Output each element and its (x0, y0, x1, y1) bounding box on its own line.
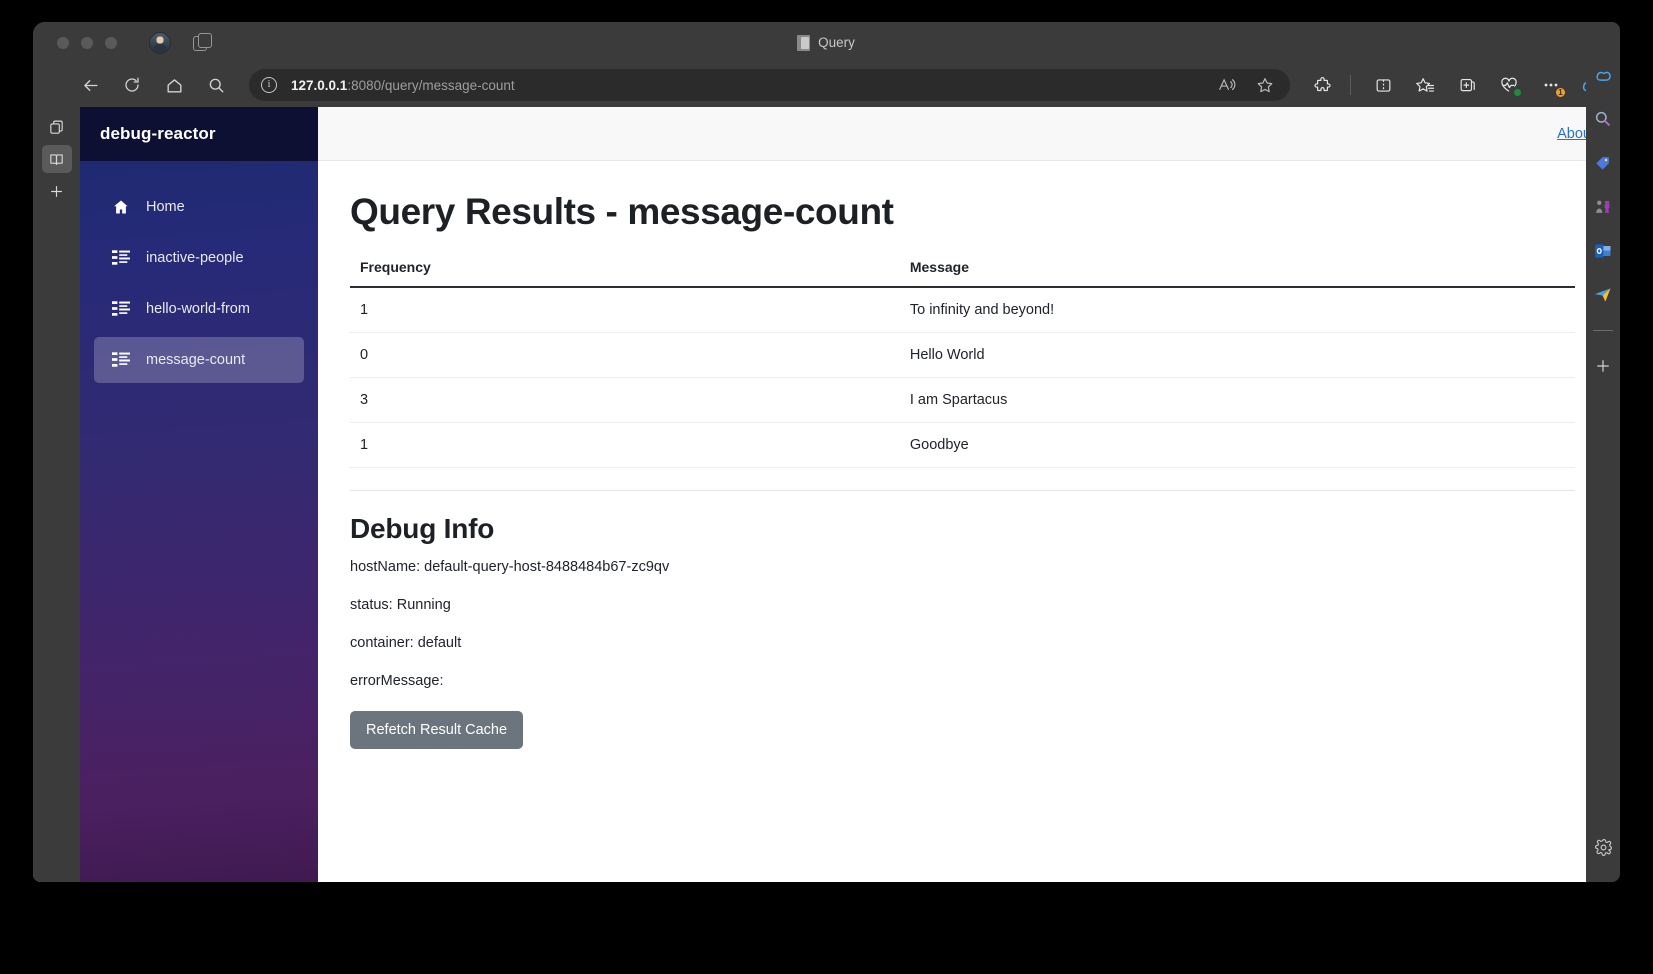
section-divider (350, 490, 1575, 491)
list-icon (112, 250, 130, 266)
column-header-message: Message (507, 259, 1575, 288)
results-table-body: 1 To infinity and beyond! 0 Hello World … (350, 287, 1575, 468)
shopping-tag-icon[interactable] (1590, 150, 1616, 176)
tab-copy-icon[interactable] (42, 113, 72, 141)
sidebar-item-label: message-count (146, 352, 246, 368)
window-title: Query (33, 34, 1619, 51)
sidebar-item-home[interactable]: Home (94, 184, 304, 230)
document-icon (797, 34, 811, 51)
sidebar-settings-gear-icon[interactable] (1590, 834, 1616, 860)
cell-frequency: 1 (350, 422, 508, 468)
update-badge: 1 (1555, 87, 1566, 98)
app-sidebar: debug-reactor Home inactive-people hello… (80, 107, 318, 882)
maximize-window-button[interactable] (105, 36, 117, 49)
navigation-toolbar: i 127.0.0.1:8080/query/message-count 1 (33, 63, 1619, 107)
site-info-icon[interactable]: i (261, 77, 277, 93)
essentials-status-badge (1513, 88, 1522, 97)
add-sidebar-app-icon[interactable] (1590, 353, 1616, 379)
table-row: 1 Goodbye (350, 422, 1575, 468)
window-controls[interactable] (57, 36, 117, 49)
reading-list-icon[interactable] (41, 145, 72, 173)
sidebar-item-label: Home (146, 199, 185, 215)
games-icon[interactable] (1590, 194, 1616, 220)
table-row: 0 Hello World (350, 332, 1575, 378)
send-message-icon[interactable] (1590, 282, 1616, 308)
sidebar-nav-list: Home inactive-people hello-world-from me… (80, 161, 318, 388)
read-aloud-icon[interactable] (1218, 77, 1236, 93)
column-header-frequency: Frequency (350, 259, 508, 288)
url-path: :8080/query/message-count (347, 77, 515, 93)
vertical-tab-strip (33, 107, 80, 882)
close-window-button[interactable] (57, 36, 69, 49)
cell-message: To infinity and beyond! (507, 287, 1575, 333)
main-content: Query Results - message-count Frequency … (318, 161, 1619, 882)
minimize-window-button[interactable] (81, 36, 93, 49)
settings-more-icon[interactable]: 1 (1535, 69, 1567, 101)
search-discover-icon[interactable] (1590, 106, 1616, 132)
tab-stack-icon[interactable] (193, 32, 213, 53)
sidebar-item-hello-world-from[interactable]: hello-world-from (94, 286, 304, 332)
copilot-icon[interactable] (1590, 62, 1616, 88)
extensions-icon[interactable] (1306, 69, 1338, 101)
home-icon[interactable] (157, 68, 191, 102)
sidebar-divider (1593, 330, 1613, 331)
results-table: Frequency Message 1 To infinity and beyo… (350, 259, 1575, 468)
cell-message: Hello World (507, 332, 1575, 378)
browser-essentials-icon[interactable] (1493, 69, 1525, 101)
debug-info-title: Debug Info (350, 513, 495, 544)
split-screen-icon[interactable] (1367, 69, 1399, 101)
table-row: 3 I am Spartacus (350, 377, 1575, 423)
content-area: About Query Results - message-count Freq… (318, 107, 1619, 882)
toolbar-divider (1350, 75, 1351, 95)
debug-status: status: Running (350, 597, 451, 613)
address-bar[interactable]: i 127.0.0.1:8080/query/message-count (249, 69, 1290, 101)
list-icon (112, 352, 130, 368)
refresh-icon[interactable] (115, 68, 149, 102)
cell-frequency: 1 (350, 287, 508, 333)
address-bar-url: 127.0.0.1:8080/query/message-count (291, 78, 515, 93)
add-tab-icon[interactable] (42, 177, 72, 205)
debug-hostname: hostName: default-query-host-8488484b67-… (350, 559, 670, 575)
url-host: 127.0.0.1 (291, 77, 348, 93)
sidebar-item-label: inactive-people (146, 250, 244, 266)
cell-frequency: 0 (350, 332, 508, 378)
home-icon (112, 199, 130, 215)
table-header-row: Frequency Message (350, 259, 1575, 288)
list-icon (112, 301, 130, 317)
browser-viewport: debug-reactor Home inactive-people hello… (33, 107, 1619, 882)
edge-sidebar (1586, 22, 1620, 882)
refetch-result-cache-button[interactable]: Refetch Result Cache (350, 711, 524, 749)
results-table-head: Frequency Message (350, 259, 1575, 288)
collections-icon[interactable] (1451, 69, 1483, 101)
sidebar-item-inactive-people[interactable]: inactive-people (94, 235, 304, 281)
favorite-star-icon[interactable] (1256, 76, 1274, 94)
table-row: 1 To infinity and beyond! (350, 287, 1575, 333)
web-page: debug-reactor Home inactive-people hello… (80, 107, 1619, 882)
outlook-icon[interactable] (1590, 238, 1616, 264)
page-title: Query Results - message-count (350, 191, 894, 232)
cell-message: Goodbye (507, 422, 1575, 468)
cell-frequency: 3 (350, 377, 508, 423)
debug-container: container: default (350, 635, 462, 651)
cell-message: I am Spartacus (507, 377, 1575, 423)
page-topbar: About (318, 107, 1619, 161)
sidebar-item-label: hello-world-from (146, 301, 250, 317)
window-title-label: Query (818, 35, 855, 50)
favorites-icon[interactable] (1409, 69, 1441, 101)
debug-error-message: errorMessage: (350, 673, 444, 689)
title-bar: Query (33, 22, 1619, 63)
sidebar-item-message-count[interactable]: message-count (94, 337, 304, 383)
search-icon[interactable] (199, 68, 233, 102)
profile-avatar[interactable] (149, 31, 171, 54)
back-icon[interactable] (73, 68, 107, 102)
browser-window: Query i 127.0.0.1:8080/query/message-cou… (33, 22, 1619, 882)
app-brand: debug-reactor (80, 107, 318, 161)
